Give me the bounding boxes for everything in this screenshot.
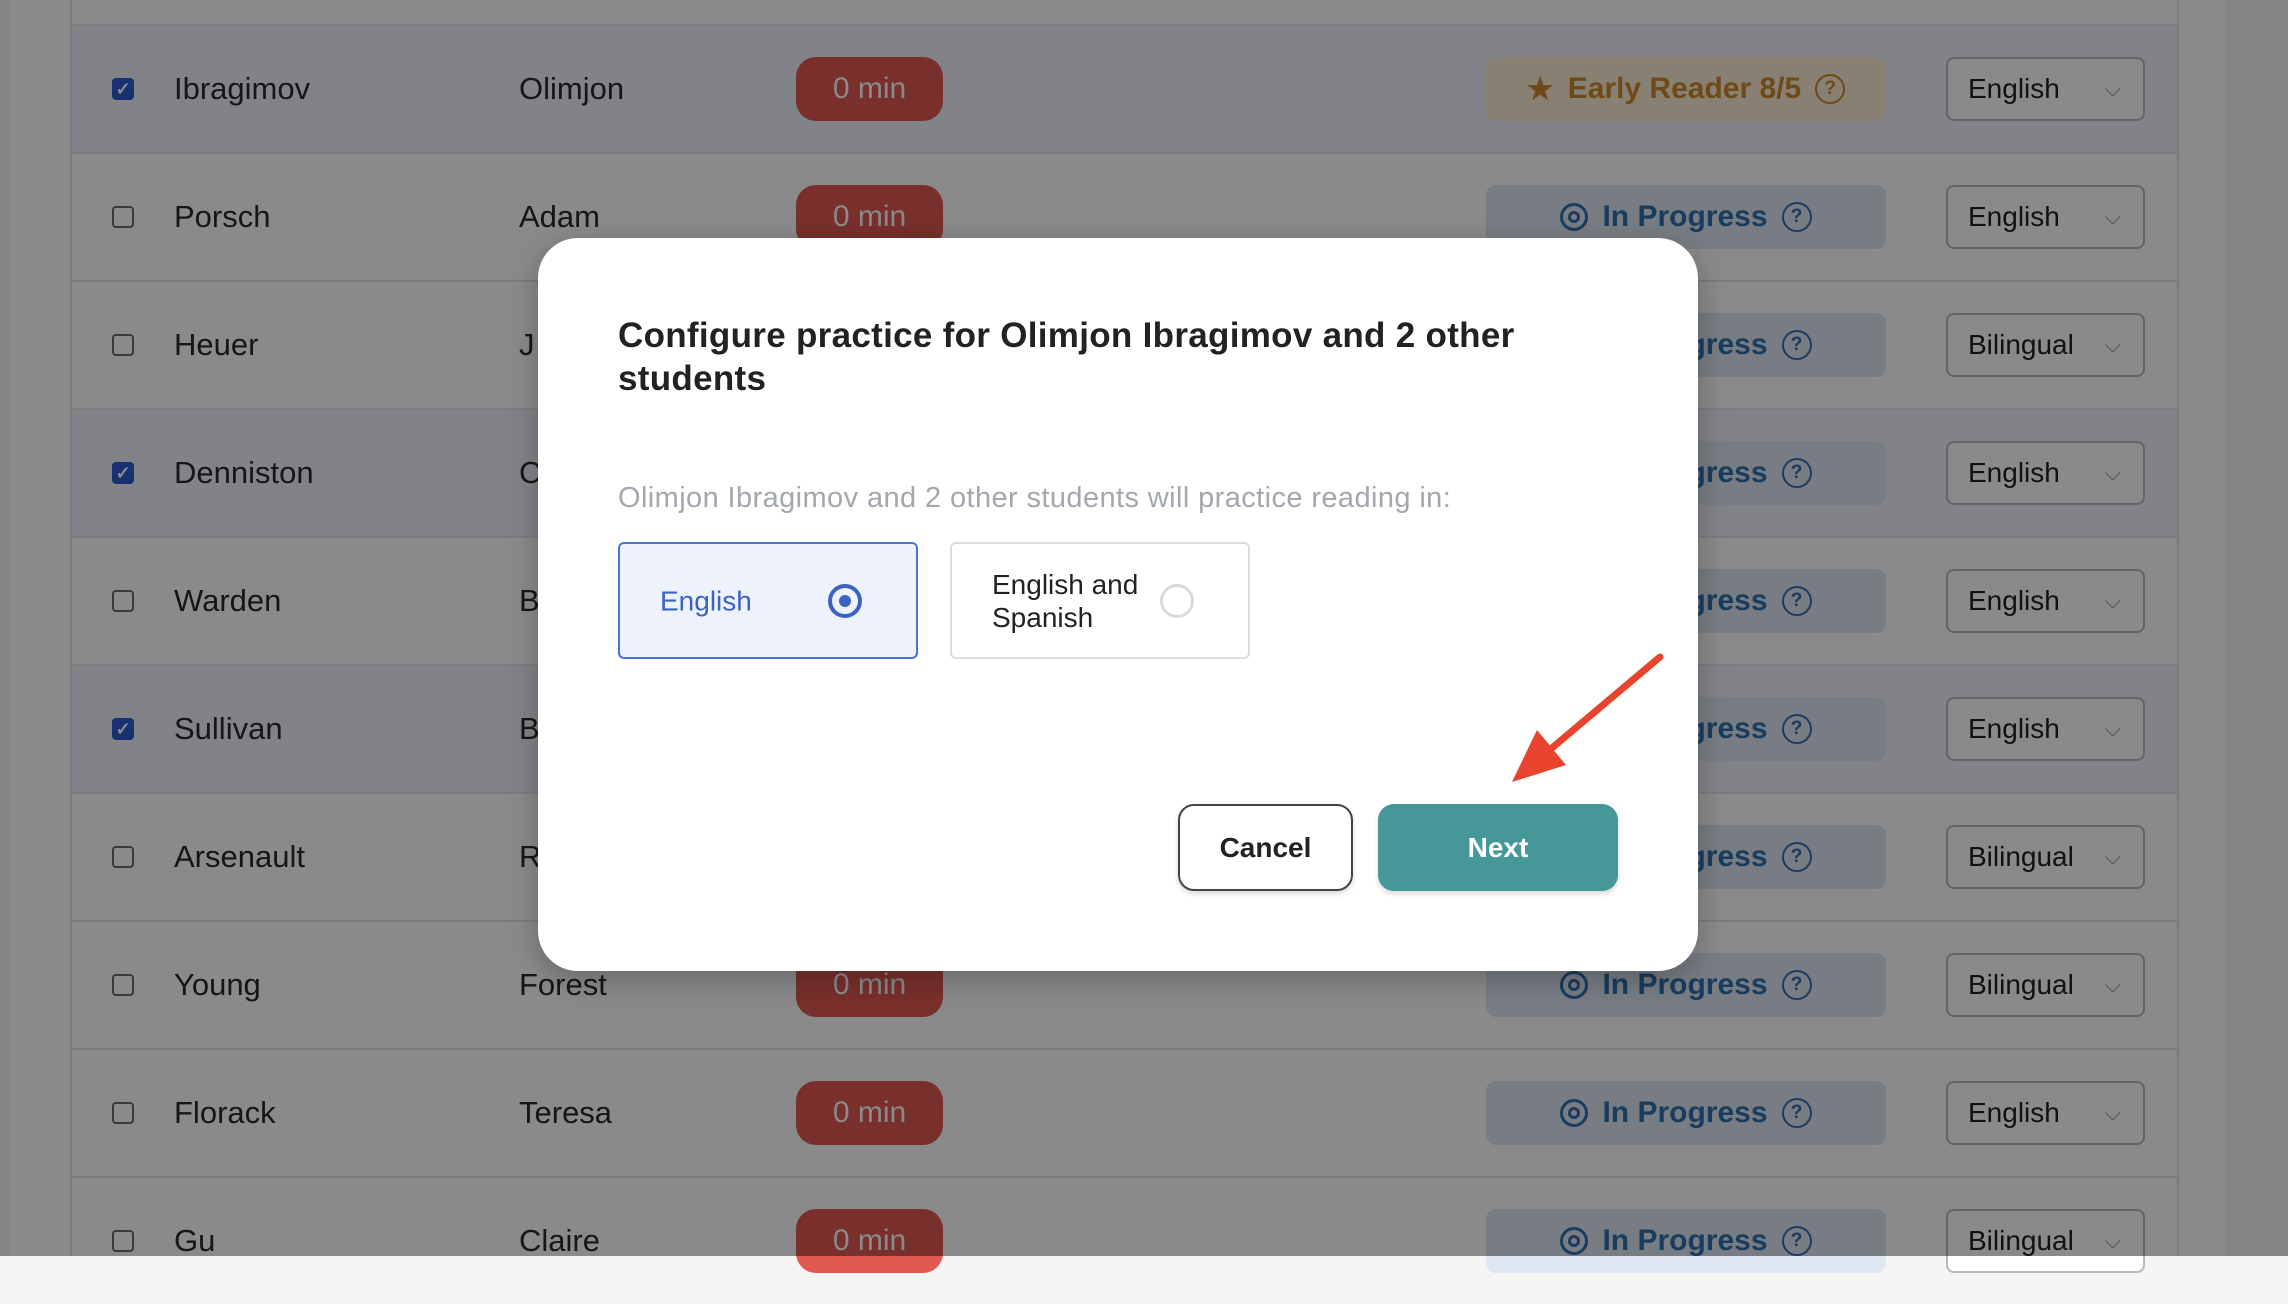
cancel-button[interactable]: Cancel [1178, 804, 1353, 891]
option-english[interactable]: English [618, 542, 918, 659]
dialog-title: Configure practice for Olimjon Ibragimov… [618, 316, 1515, 398]
configure-practice-dialog: Configure practice for Olimjon Ibragimov… [538, 238, 1698, 971]
option-english-and-spanish[interactable]: English and Spanish [950, 542, 1250, 659]
dialog-subtitle: Olimjon Ibragimov and 2 other students w… [618, 482, 1452, 514]
radio-unselected-icon[interactable] [1160, 583, 1194, 618]
next-button[interactable]: Next [1378, 804, 1618, 891]
option-english-and-spanish-label: English and Spanish [992, 568, 1139, 633]
radio-selected-icon[interactable] [828, 583, 862, 618]
option-english-label: English [660, 585, 752, 616]
